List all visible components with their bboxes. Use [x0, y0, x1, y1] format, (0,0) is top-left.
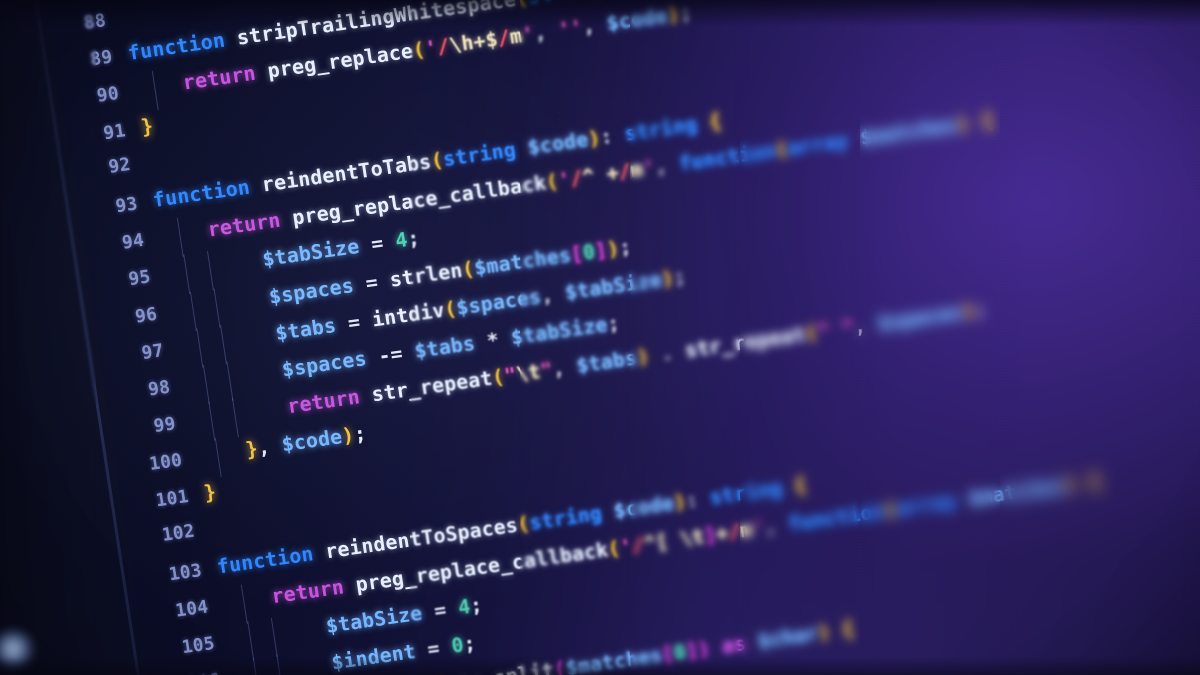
line-number: 101	[154, 486, 191, 512]
code-line-list[interactable]: 88 atch, $code);89function stripTrailing…	[0, 0, 1200, 675]
code-token-brace: {	[792, 472, 808, 498]
code-token-op	[196, 438, 248, 468]
code-token-op: *	[472, 325, 513, 355]
screenshot-root: 88 atch, $code);89function stripTrailing…	[0, 0, 1200, 675]
code-token-brace: {	[707, 108, 724, 134]
code-token-quote: ''	[556, 15, 585, 43]
code-token-op: =	[357, 229, 398, 258]
code-token-type: string	[526, 0, 614, 9]
code-token-op: .	[647, 338, 688, 368]
code-token-brace: {	[840, 615, 856, 641]
code-token-brace: {	[1086, 468, 1103, 494]
code-token-op	[222, 585, 274, 615]
code-token-punct: ,	[538, 280, 567, 308]
code-token-semi: ;	[405, 225, 422, 252]
code-token-rxesc: \t	[678, 523, 706, 551]
code-token-semi: ;	[671, 263, 688, 289]
code-token-brace: }	[202, 479, 219, 506]
line-number: 95	[127, 266, 153, 291]
code-token-brace: {	[979, 107, 996, 133]
code-token-op: =	[333, 307, 374, 337]
code-token-op: =	[414, 634, 454, 663]
code-token-semi: ;	[617, 233, 633, 259]
code-editor-text-area[interactable]: 88 atch, $code);89function stripTrailing…	[0, 0, 1200, 675]
code-token-rxesc: ^[	[641, 527, 682, 556]
code-token-semi: ;	[972, 296, 989, 322]
code-token-punct: ,	[762, 512, 790, 539]
line-number: 90	[95, 83, 121, 108]
code-token-semi: ;	[605, 310, 621, 336]
code-token-op	[158, 218, 210, 248]
code-token-punct: :	[683, 485, 712, 513]
code-token-rxesc: \h	[447, 30, 476, 58]
code-token-semi: ;	[677, 0, 694, 26]
line-number: 100	[148, 449, 184, 476]
code-token-semi: ;	[462, 631, 478, 657]
line-number: 88	[82, 9, 108, 34]
code-token-op: =	[351, 267, 392, 297]
code-token-punct: ,	[532, 18, 560, 46]
code-token-op: =	[419, 596, 460, 625]
code-token-rxesc: ^ +	[580, 160, 621, 190]
code-token-semi: ;	[352, 421, 369, 447]
code-token-op	[132, 71, 184, 102]
code-token-quote: " "	[816, 314, 856, 344]
code-token-punct: ,	[580, 11, 609, 39]
